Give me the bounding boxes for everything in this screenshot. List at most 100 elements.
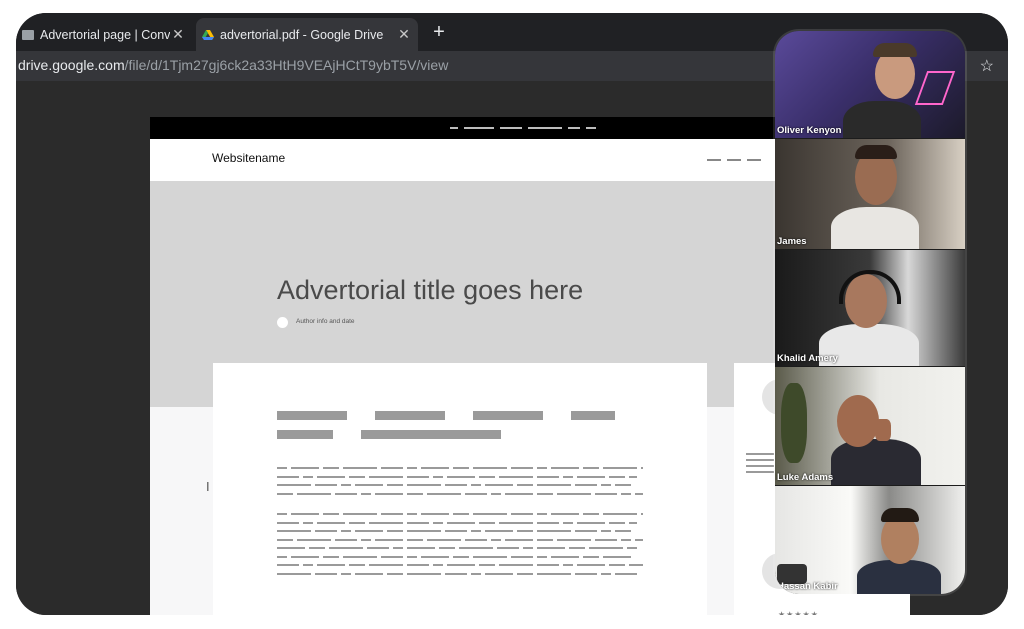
close-icon[interactable]: ✕ bbox=[170, 26, 186, 43]
placeholder-text-line bbox=[277, 492, 293, 495]
close-icon[interactable]: ✕ bbox=[396, 26, 412, 43]
tab-google-drive[interactable]: advertorial.pdf - Google Drive ✕ bbox=[196, 18, 418, 51]
placeholder-text-line bbox=[537, 475, 559, 478]
placeholder-text-line bbox=[421, 467, 449, 469]
placeholder-text-line bbox=[303, 564, 313, 566]
placeholder-text-line bbox=[583, 555, 599, 558]
placeholder-text-line bbox=[641, 467, 643, 469]
bookmark-star-icon[interactable]: ☆ bbox=[980, 56, 994, 76]
placeholder-text-line bbox=[577, 475, 605, 478]
placeholder-text-line bbox=[433, 475, 443, 478]
placeholder-text-line bbox=[569, 547, 585, 549]
placeholder-text-line bbox=[387, 572, 403, 575]
placeholder-text-line bbox=[601, 484, 611, 486]
placeholder-text-line bbox=[447, 475, 475, 478]
participant-tile[interactable]: Oliver Kenyon bbox=[775, 31, 965, 138]
placeholder-text-line bbox=[609, 564, 625, 566]
participant-name: James bbox=[777, 236, 807, 247]
placeholder-text-line bbox=[315, 530, 337, 532]
placeholder-text-line bbox=[563, 475, 573, 478]
placeholder-text-line bbox=[537, 513, 547, 515]
placeholder-text-line bbox=[517, 530, 533, 532]
placeholder-text-line bbox=[277, 475, 299, 478]
placeholder-text-line bbox=[277, 467, 287, 469]
placeholder-text-line bbox=[277, 564, 299, 566]
placeholder-text-line bbox=[537, 538, 553, 541]
placeholder-text-line bbox=[343, 467, 377, 469]
placeholder-text-line bbox=[381, 555, 403, 558]
placeholder-text-line bbox=[635, 538, 643, 541]
placeholder-text-line bbox=[369, 521, 403, 524]
placeholder-text-line bbox=[465, 538, 487, 541]
placeholder-text-line bbox=[277, 538, 293, 541]
placeholder-text-line bbox=[499, 564, 533, 566]
placeholder-text-line bbox=[537, 547, 565, 549]
placeholder-text-line bbox=[629, 475, 637, 478]
placeholder-text-line bbox=[349, 521, 365, 524]
placeholder-text-line bbox=[445, 484, 467, 486]
placeholder-text-line bbox=[537, 530, 571, 532]
placeholder-text-line bbox=[349, 564, 365, 566]
placeholder-text-line bbox=[355, 572, 383, 575]
placeholder-text-line bbox=[439, 547, 455, 549]
participant-tile[interactable]: James bbox=[775, 139, 965, 249]
placeholder-text-line bbox=[499, 475, 533, 478]
participant-tile[interactable]: Khalid Amery bbox=[775, 250, 965, 366]
placeholder-text-line bbox=[361, 492, 371, 495]
placeholder-text-line bbox=[511, 513, 533, 515]
placeholder-text-line bbox=[485, 484, 513, 486]
address-bar[interactable]: drive.google.com/file/d/1Tjm27gj6ck2a33H… bbox=[18, 57, 448, 73]
placeholder-text-line bbox=[583, 513, 599, 515]
placeholder-text-line bbox=[453, 467, 469, 469]
placeholder-text-line bbox=[615, 484, 631, 486]
placeholder-text-line bbox=[557, 538, 591, 541]
placeholder-text-line bbox=[491, 492, 501, 495]
placeholder-text-line bbox=[635, 492, 643, 495]
placeholder-text-line bbox=[277, 513, 287, 515]
participant-name: Oliver Kenyon bbox=[777, 125, 842, 136]
placeholder-text-line bbox=[629, 564, 643, 566]
placeholder-text-line bbox=[453, 555, 469, 558]
placeholder-text-line bbox=[491, 538, 501, 541]
placeholder-text-line bbox=[459, 547, 493, 549]
tab-advertorial-page[interactable]: Advertorial page | Conve ✕ bbox=[16, 18, 192, 51]
participant-tile[interactable]: Hassan Kabir bbox=[775, 486, 965, 594]
tab-title: advertorial.pdf - Google Drive bbox=[220, 27, 384, 42]
placeholder-text-line bbox=[317, 564, 345, 566]
placeholder-text-line bbox=[557, 492, 591, 495]
placeholder-text-line bbox=[361, 538, 371, 541]
placeholder-text-line bbox=[577, 564, 605, 566]
placeholder-text-line bbox=[421, 513, 449, 515]
placeholder-text-line bbox=[453, 513, 469, 515]
placeholder-text-line bbox=[427, 492, 461, 495]
placeholder-text-line bbox=[375, 538, 403, 541]
participant-tile[interactable]: Luke Adams bbox=[775, 367, 965, 485]
placeholder-text-line bbox=[621, 492, 631, 495]
placeholder-text-line bbox=[497, 547, 519, 549]
placeholder-text-line bbox=[355, 484, 383, 486]
placeholder-text-line bbox=[433, 521, 443, 524]
placeholder-text-line bbox=[601, 530, 611, 532]
url-host: drive.google.com bbox=[18, 57, 125, 73]
placeholder-text-line bbox=[505, 538, 533, 541]
placeholder-text-line bbox=[447, 564, 475, 566]
placeholder-text-line bbox=[447, 521, 475, 524]
new-tab-button[interactable]: + bbox=[428, 21, 450, 43]
placeholder-text-line bbox=[445, 572, 467, 575]
placeholder-text-line bbox=[303, 521, 313, 524]
placeholder-text-line bbox=[291, 467, 319, 469]
placeholder-text-line bbox=[603, 555, 631, 558]
placeholder-text-line bbox=[575, 572, 597, 575]
placeholder-text-line bbox=[323, 467, 339, 469]
placeholder-text-line bbox=[343, 555, 377, 558]
placeholder-text-line bbox=[349, 475, 365, 478]
placeholder-text-line bbox=[303, 475, 313, 478]
placeholder-text-line bbox=[355, 530, 383, 532]
placeholder-text-line bbox=[505, 492, 533, 495]
placeholder-text-line bbox=[575, 484, 597, 486]
placeholder-text-line bbox=[563, 564, 573, 566]
placeholder-text-line bbox=[323, 513, 339, 515]
placeholder-text-line bbox=[537, 564, 559, 566]
placeholder-text-line bbox=[603, 467, 637, 469]
placeholder-text-line bbox=[537, 484, 571, 486]
